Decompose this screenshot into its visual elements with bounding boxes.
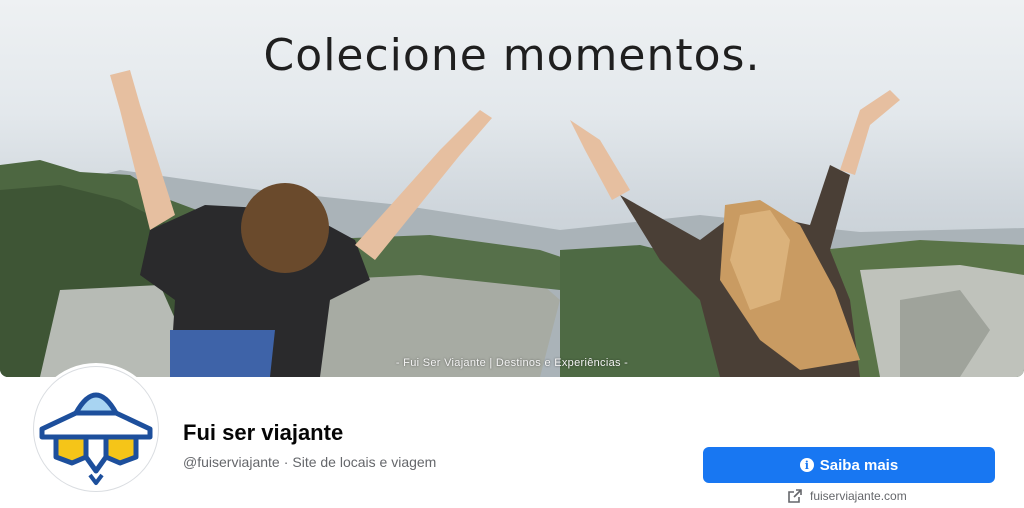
page-avatar[interactable] <box>33 366 159 492</box>
external-link-icon <box>788 489 802 503</box>
learn-more-label: Saiba mais <box>819 456 899 474</box>
website-label: fuiserviajante.com <box>810 489 907 503</box>
website-link[interactable]: fuiserviajante.com <box>788 489 907 503</box>
separator: · <box>283 454 289 470</box>
page-title: Fui ser viajante <box>183 420 344 445</box>
cover-headline: Colecione momentos. <box>263 30 761 81</box>
page-subtitle: @fuiserviajante · Site de locais e viagem <box>183 454 440 470</box>
page-category[interactable]: Site de locais e viagem <box>292 454 436 470</box>
cover-photo[interactable]: Colecione momentos. - Fui Ser Viajante |… <box>0 0 1024 377</box>
info-icon: i <box>799 458 814 472</box>
airplane-logo-icon <box>39 392 153 485</box>
learn-more-button[interactable]: i Saiba mais <box>703 447 995 483</box>
page-handle[interactable]: @fuiserviajante <box>183 454 280 470</box>
